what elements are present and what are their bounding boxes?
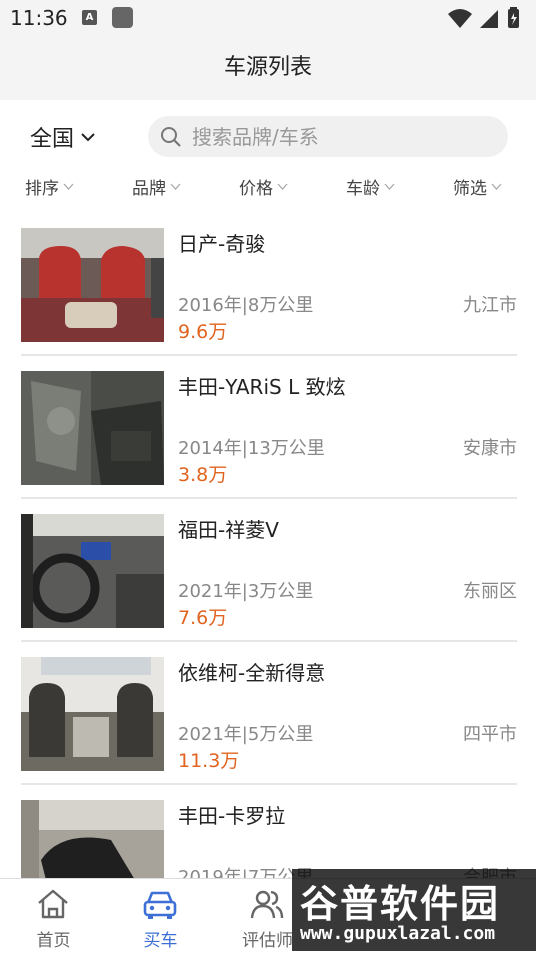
car-price: 11.3万 — [178, 750, 240, 772]
car-price: 9.6万 — [178, 321, 228, 343]
watermark-overlay: 谷普软件园 www.gupuxlazal.com — [292, 869, 536, 951]
tab-home[interactable]: 首页 — [0, 879, 107, 954]
filter-brand[interactable]: 品牌 — [132, 168, 181, 204]
tab-buy-car[interactable]: 买车 — [107, 879, 214, 954]
filter-label: 车龄 — [346, 178, 380, 199]
tab-label: 买车 — [143, 931, 178, 951]
search-input[interactable] — [192, 124, 492, 149]
car-list-item[interactable]: 丰田-YARiS L 致炫 2014年|13万公里 安康市 3.8万 — [21, 356, 517, 499]
chevron-down-icon — [81, 133, 95, 142]
car-name: 日产-奇骏 — [178, 232, 266, 256]
car-name: 丰田-YARiS L 致炫 — [178, 375, 346, 399]
car-photo — [21, 371, 164, 485]
chevron-down-icon — [384, 183, 395, 190]
search-icon — [161, 126, 181, 147]
signal-battery-icons — [448, 7, 519, 28]
region-label: 全国 — [30, 127, 75, 152]
car-meta: 2021年|3万公里 — [178, 581, 314, 602]
car-list: 日产-奇骏 2016年|8万公里 九江市 9.6万 丰田-YARiS L 致炫 … — [21, 213, 517, 928]
filter-more[interactable]: 筛选 — [453, 168, 502, 204]
filter-label: 排序 — [25, 178, 59, 199]
car-list-item[interactable]: 日产-奇骏 2016年|8万公里 九江市 9.6万 — [21, 213, 517, 356]
chevron-down-icon — [491, 183, 502, 190]
car-photo — [21, 228, 164, 342]
car-price: 3.8万 — [178, 464, 228, 486]
users-icon — [250, 890, 284, 919]
car-city: 东丽区 — [463, 581, 517, 602]
search-box[interactable] — [148, 116, 508, 157]
chevron-down-icon — [170, 183, 181, 190]
home-icon — [38, 889, 68, 919]
page-title: 车源列表 — [223, 55, 312, 80]
filter-price[interactable]: 价格 — [239, 168, 288, 204]
car-price: 7.6万 — [178, 607, 228, 629]
car-name: 福田-祥菱V — [178, 518, 279, 542]
car-list-item[interactable]: 福田-祥菱V 2021年|3万公里 东丽区 7.6万 — [21, 499, 517, 642]
car-list-item[interactable]: 依维柯-全新得意 2021年|5万公里 四平市 11.3万 — [21, 642, 517, 785]
watermark-logo: 谷普软件园 — [300, 882, 501, 926]
filter-age[interactable]: 车龄 — [346, 168, 395, 204]
car-city: 四平市 — [463, 724, 517, 745]
watermark-url: www.gupuxlazal.com — [300, 923, 496, 944]
car-name: 丰田-卡罗拉 — [178, 804, 286, 828]
car-meta: 2021年|5万公里 — [178, 724, 314, 745]
filter-label: 筛选 — [453, 178, 487, 199]
filter-sort[interactable]: 排序 — [25, 168, 74, 204]
car-city: 九江市 — [463, 295, 517, 316]
status-time: 11:36 — [10, 6, 68, 30]
car-city: 安康市 — [463, 438, 517, 459]
filter-label: 价格 — [239, 178, 273, 199]
car-photo — [21, 657, 164, 771]
filter-label: 品牌 — [132, 178, 166, 199]
filter-bar: 排序 品牌 价格 车龄 筛选 — [0, 168, 536, 204]
wifi-icon — [448, 9, 472, 28]
chevron-down-icon — [63, 183, 74, 190]
title-bar: 车源列表 — [0, 36, 536, 100]
car-photo — [21, 514, 164, 628]
car-meta: 2016年|8万公里 — [178, 295, 314, 316]
chevron-down-icon — [277, 183, 288, 190]
tab-label: 首页 — [36, 931, 71, 951]
region-selector[interactable]: 全国 — [30, 118, 96, 156]
car-name: 依维柯-全新得意 — [178, 661, 326, 685]
car-icon — [143, 891, 177, 919]
car-meta: 2014年|13万公里 — [178, 438, 325, 459]
notification-a-icon: A — [82, 10, 97, 25]
status-bar: 11:36 A — [0, 0, 536, 36]
notification-app-icon — [112, 7, 133, 28]
cell-signal-icon — [480, 10, 498, 28]
